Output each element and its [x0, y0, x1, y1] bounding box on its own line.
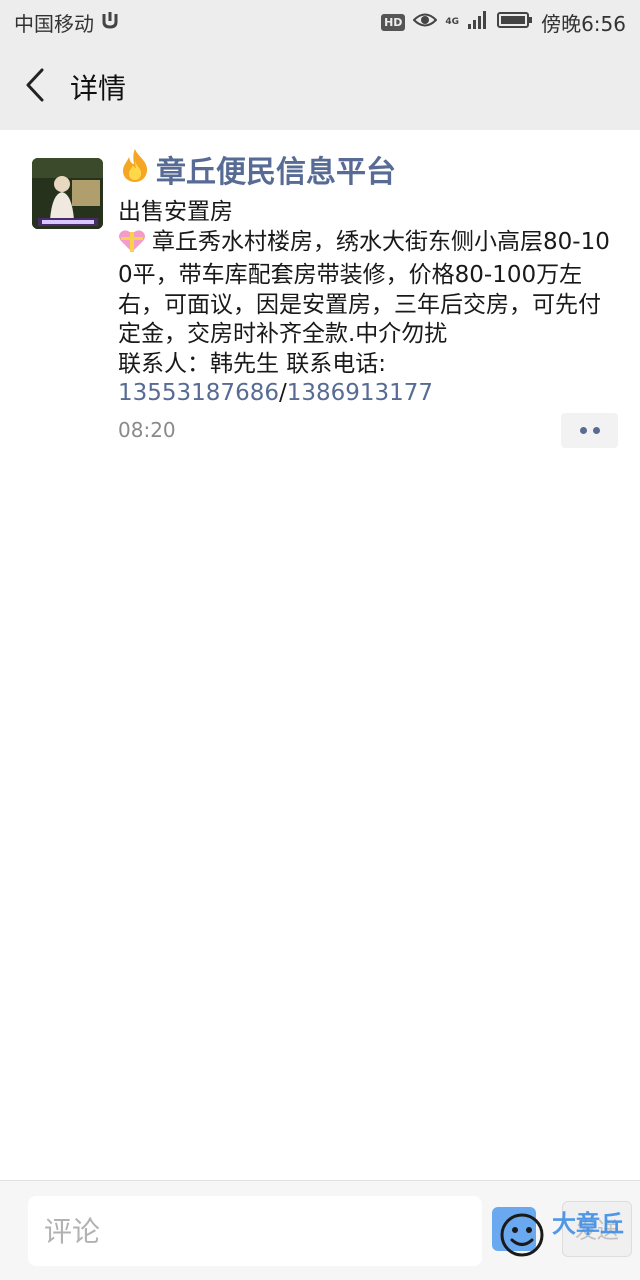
post-description-line: 章丘秀水村楼房，绣水大街东侧小高层80-100平，带车库配套房带装修，价格80-… — [118, 228, 618, 350]
back-arrow-icon — [24, 67, 46, 107]
phone-link-2[interactable]: 1386913177 — [287, 380, 433, 406]
post-description: 章丘秀水村楼房，绣水大街东侧小高层80-100平，带车库配套房带装修，价格80-… — [118, 228, 610, 348]
eye-icon — [413, 10, 438, 34]
phone-separator: / — [278, 380, 287, 406]
page: 中国移动 HD 4G 傍晚6:56 详情 章丘便民信息平台 出售安置房 章丘秀水… — [0, 0, 640, 1280]
post-content: 章丘便民信息平台 出售安置房 章丘秀水村楼房，绣水大街东侧小高层80-100平，… — [118, 148, 618, 409]
title-bar: 详情 — [0, 44, 640, 130]
gift-heart-icon — [118, 229, 146, 262]
author-name[interactable]: 章丘便民信息平台 — [118, 148, 618, 190]
status-bar: 中国移动 HD 4G 傍晚6:56 — [0, 0, 640, 44]
comment-input[interactable] — [28, 1196, 482, 1266]
avatar[interactable] — [32, 158, 103, 229]
network-type: 4G — [445, 16, 460, 27]
phone-link-1[interactable]: 13553187686 — [118, 380, 279, 406]
contact-line: 联系人：韩先生 联系电话: — [118, 350, 387, 377]
post-meta: 08:20 — [118, 412, 618, 448]
more-actions-button[interactable] — [561, 412, 618, 448]
page-title: 详情 — [70, 72, 127, 105]
watermark-logo: 大章丘 — [552, 1210, 624, 1238]
signal-icon — [467, 10, 489, 35]
post-body: 出售安置房 章丘秀水村楼房，绣水大街东侧小高层80-100平，带车库配套房带装修… — [118, 198, 618, 409]
back-button[interactable] — [0, 44, 70, 130]
battery-icon — [497, 10, 533, 35]
fire-icon — [118, 147, 152, 191]
more-dots-icon — [579, 426, 587, 434]
emoji-button[interactable] — [492, 1203, 550, 1261]
emoji-icon — [492, 1207, 550, 1265]
comment-bar: 发送 — [0, 1180, 640, 1280]
hd-badge: HD — [381, 13, 406, 31]
clock: 傍晚6:56 — [541, 11, 626, 36]
author-name-label: 章丘便民信息平台 — [156, 155, 396, 190]
post-headline: 出售安置房 — [118, 199, 233, 225]
more-dots-icon — [592, 426, 600, 434]
post-time: 08:20 — [118, 418, 176, 442]
status-right: HD 4G 傍晚6:56 — [381, 8, 626, 37]
carrier-label: 中国移动 — [14, 11, 94, 36]
notification-icon — [100, 10, 120, 35]
phone-line: 13553187686/1386913177 — [118, 379, 618, 409]
status-left: 中国移动 — [14, 8, 120, 37]
